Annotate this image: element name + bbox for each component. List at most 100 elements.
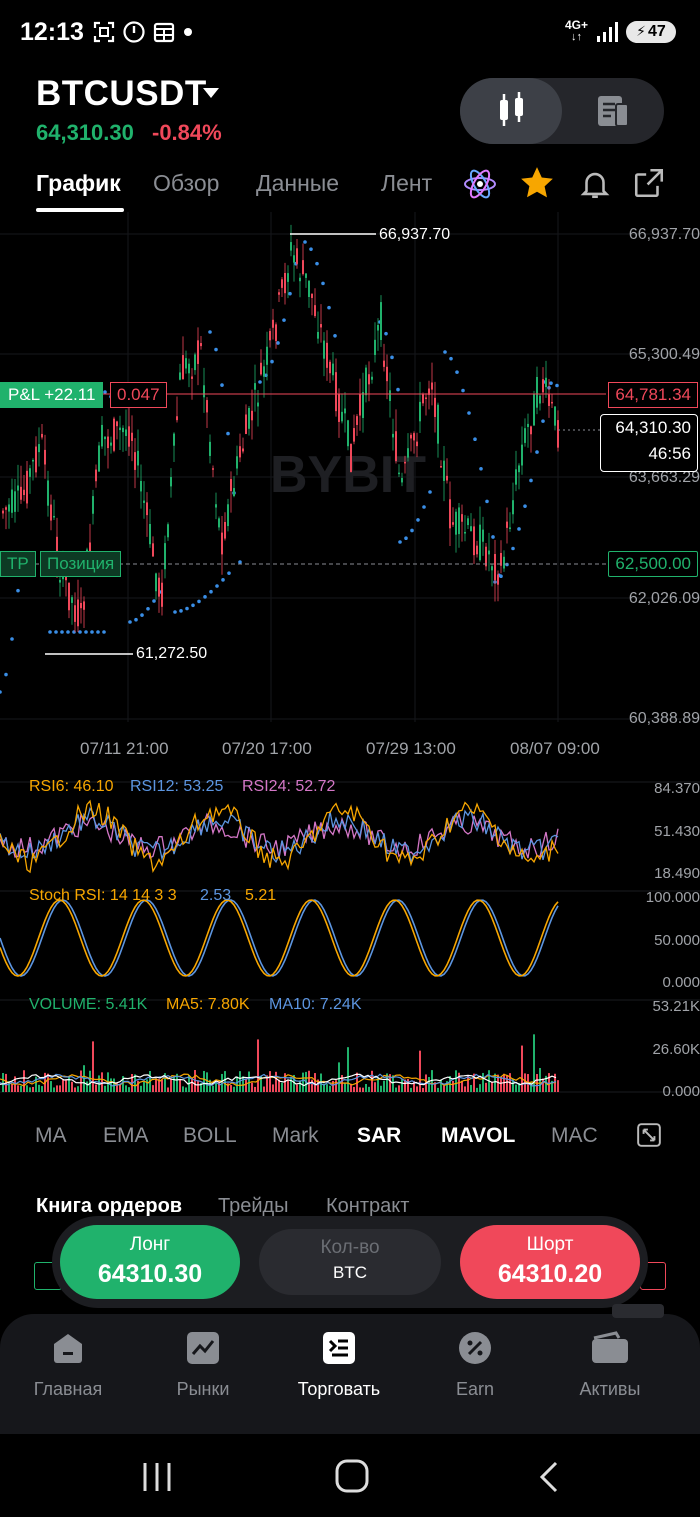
volume-bar	[23, 1070, 25, 1092]
sar-dot	[270, 359, 274, 364]
tp-tag[interactable]: TP	[0, 551, 36, 577]
candle-body	[278, 292, 280, 295]
tab-contract[interactable]: Контракт	[326, 1195, 409, 1218]
sar-dot	[208, 330, 212, 334]
volume-bar	[179, 1079, 181, 1092]
volume-bar	[137, 1080, 139, 1092]
candle-body	[299, 277, 301, 282]
candle-body	[527, 423, 529, 428]
candle-body	[422, 393, 424, 404]
sar-dot	[134, 617, 138, 622]
sar-dot	[303, 240, 307, 244]
tab-chart[interactable]: График	[36, 170, 121, 197]
tab-overview[interactable]: Обзор	[153, 170, 219, 197]
volume-bar	[233, 1086, 235, 1092]
sar-dot	[517, 527, 521, 531]
candle-body	[533, 393, 535, 426]
share-icon[interactable]	[632, 166, 666, 200]
indicator-mark[interactable]: Mark	[272, 1124, 319, 1148]
indicator-boll[interactable]: BOLL	[183, 1124, 237, 1148]
indicator-sar[interactable]: SAR	[357, 1124, 401, 1148]
sar-dot	[523, 504, 527, 508]
nav-home[interactable]: Главная	[8, 1330, 128, 1400]
candle-body	[548, 393, 550, 406]
recent-apps-icon[interactable]	[140, 1460, 174, 1494]
stoch-k: 2.53	[200, 887, 232, 904]
sar-dot	[384, 331, 388, 336]
volume-bar	[410, 1087, 412, 1092]
candle-body	[419, 401, 421, 422]
sar-dot	[479, 466, 483, 471]
indicator-mavol[interactable]: MAVOL	[441, 1124, 515, 1148]
candle-body	[506, 521, 508, 528]
candle-body	[467, 518, 469, 526]
pnl-tag[interactable]: P&L +22.11	[0, 382, 104, 408]
long-button[interactable]: Лонг 64310.30	[60, 1225, 240, 1299]
nav-assets[interactable]: Активы	[550, 1330, 670, 1400]
candle-body	[152, 543, 154, 557]
candle-body	[380, 302, 382, 340]
back-icon[interactable]	[536, 1460, 562, 1494]
info-view-button[interactable]	[562, 78, 664, 144]
volume-bar	[245, 1078, 247, 1092]
stoch-rsi-panel	[0, 899, 559, 977]
bell-icon[interactable]	[578, 166, 612, 202]
home-button-icon[interactable]	[334, 1458, 370, 1494]
candle-body	[68, 582, 70, 611]
tab-trades[interactable]: Трейды	[218, 1195, 289, 1218]
candle-body	[179, 372, 181, 380]
sar-dot	[140, 613, 144, 617]
candle-body	[536, 376, 538, 408]
sar-dot	[511, 546, 515, 551]
candle-body	[11, 489, 13, 513]
sar-dot	[48, 630, 52, 634]
sar-dot	[215, 584, 219, 588]
candle-body	[32, 460, 34, 462]
volume-bar	[170, 1079, 172, 1092]
nav-earn-label: Earn	[455, 1379, 495, 1399]
volume-bar	[56, 1085, 58, 1092]
tab-data[interactable]: Данные	[256, 170, 339, 197]
atom-ai-icon[interactable]	[462, 166, 498, 202]
candle-body	[272, 319, 274, 328]
candle-body	[140, 480, 142, 492]
candle-body	[44, 449, 46, 465]
tab-orderbook[interactable]: Книга ордеров	[36, 1195, 182, 1218]
candle-body	[116, 421, 118, 427]
volume-bar	[299, 1080, 301, 1092]
price-tick-4: 62,026.09	[628, 590, 700, 607]
stoch-tick-2: 50.000	[654, 932, 700, 949]
volume-bar	[272, 1084, 274, 1092]
volume-bar	[461, 1080, 463, 1092]
volume-bar	[59, 1085, 61, 1092]
chart-view-button[interactable]	[460, 78, 562, 144]
indicator-macd[interactable]: MAC	[551, 1124, 598, 1148]
candle-body	[176, 416, 178, 421]
tab-feed[interactable]: Лент	[381, 170, 432, 197]
expand-icon[interactable]	[636, 1122, 662, 1148]
dot-icon	[184, 28, 192, 36]
quantity-input[interactable]: Кол-во BTC	[259, 1229, 441, 1295]
candle-body	[491, 566, 493, 571]
symbol-title[interactable]: BTCUSDT	[36, 74, 207, 114]
star-favorite-icon[interactable]	[518, 164, 556, 202]
volume-bar	[440, 1079, 442, 1092]
price-chart[interactable]: BYBIT	[0, 212, 700, 1102]
volume-bar	[191, 1077, 193, 1092]
indicator-ema[interactable]: EMA	[103, 1124, 149, 1148]
volume-bar	[242, 1076, 244, 1092]
nav-earn[interactable]: Earn	[415, 1330, 535, 1400]
volume-bar	[26, 1085, 28, 1092]
position-tag[interactable]: Позиция	[40, 551, 122, 577]
home-icon	[54, 1334, 82, 1363]
sar-dot	[288, 291, 292, 296]
nav-markets[interactable]: Рынки	[143, 1330, 263, 1400]
short-button[interactable]: Шорт 64310.20	[460, 1225, 640, 1299]
candle-body	[245, 414, 247, 434]
nav-trade[interactable]: Торговать	[279, 1330, 399, 1400]
rsi24-label: RSI24: 52.72	[242, 778, 336, 795]
indicator-ma[interactable]: MA	[35, 1124, 67, 1148]
candle-body	[248, 407, 250, 429]
calendar-icon	[153, 22, 175, 43]
caret-down-icon[interactable]	[202, 86, 220, 100]
